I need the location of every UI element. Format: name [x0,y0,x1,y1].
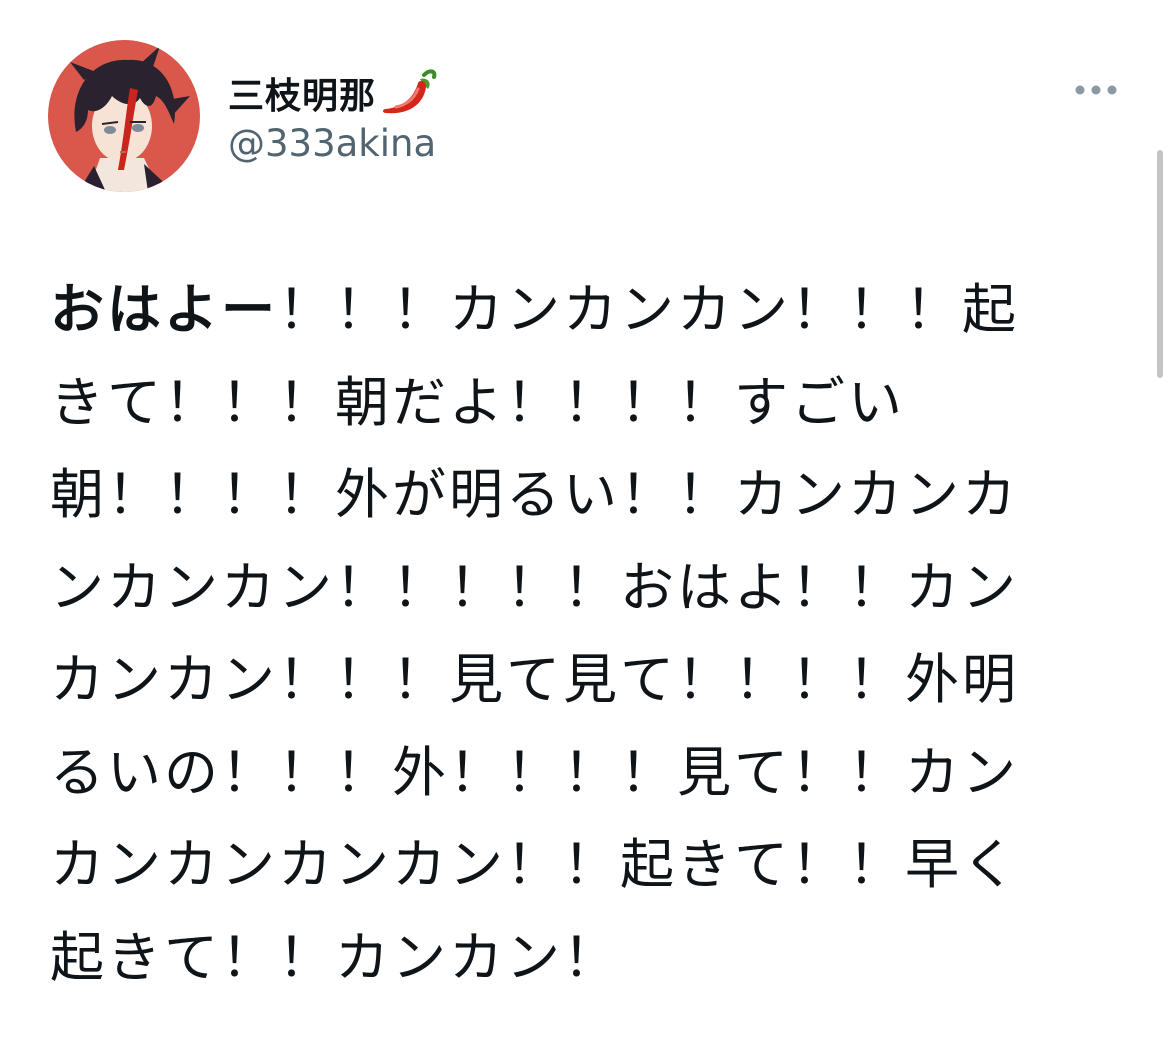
author-display-name[interactable]: 三枝明那 [228,67,376,119]
tweet-card: 三枝明那 @333akina おはよー！！！カンカンカン！！！起 きて！！！朝だ… [0,0,1169,1059]
scrollbar[interactable] [1157,150,1163,378]
tweet-line-2: きて！！！朝だよ！！！！すごい [50,370,905,434]
tweet-line-8: 起きて！！カンカン！ [50,925,620,989]
tweet-line-1-rest: ！！！カンカンカン！！！起 [278,278,1019,341]
avatar-image [48,40,200,192]
author-name-row[interactable]: 三枝明那 [228,64,440,122]
hot-pepper-icon [380,65,440,121]
tweet-line-1: おはよー！！！カンカンカン！！！起 [50,264,1110,357]
tweet-line-5: カンカン！！！見て見て！！！！外明 [50,648,1019,711]
tweet-line-6: るいの！！！外！！！！見て！！カン [50,740,1019,804]
more-options-button[interactable] [1068,72,1124,108]
tweet-line-4: ンカンカン！！！！！おはよ！！カン [50,555,1019,619]
avatar[interactable] [48,40,200,192]
author-handle[interactable]: @333akina [228,122,436,165]
tweet-lead-bold: おはよー [50,278,278,341]
tweet-text: おはよー！！！カンカンカン！！！起 きて！！！朝だよ！！！！すごい 朝！！！！外… [50,264,1110,1004]
tweet-line-3: 朝！！！！外が明るい！！カンカンカ [50,463,1019,526]
more-horizontal-icon [1075,85,1117,95]
tweet-line-7: カンカンカンカン！！起きて！！早く [50,833,1019,896]
